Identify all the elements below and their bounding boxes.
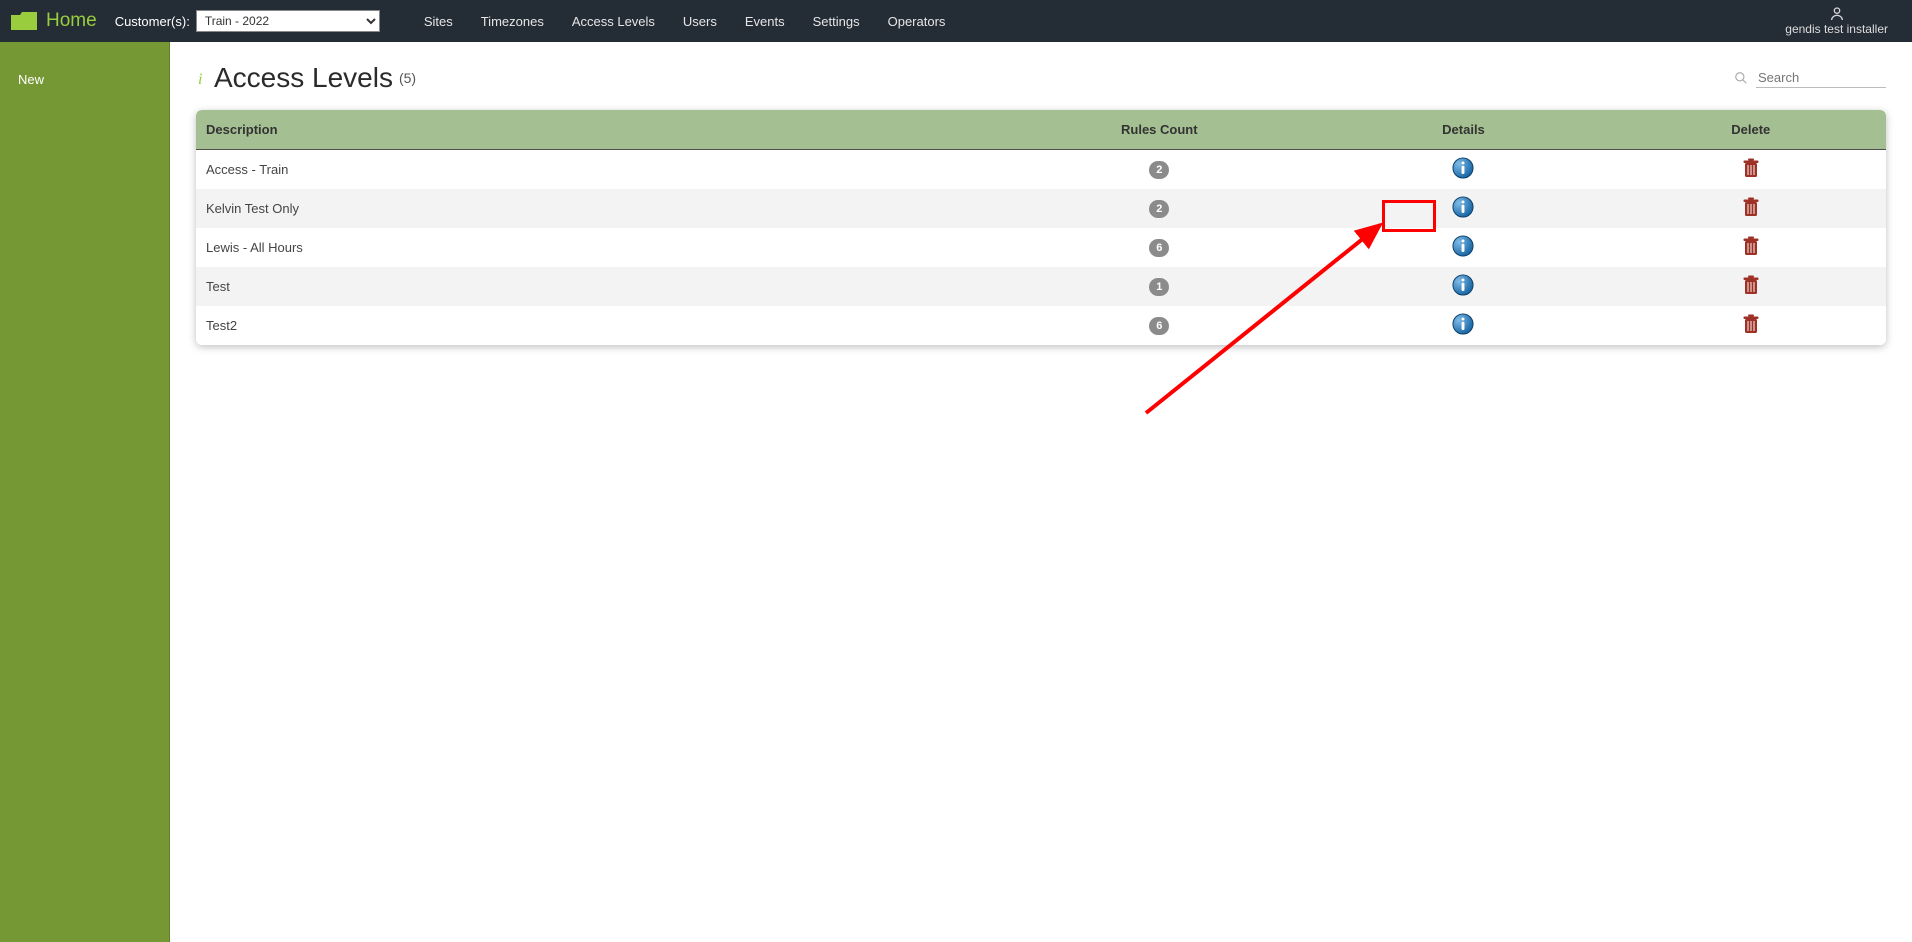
- page-title: Access Levels: [214, 62, 393, 94]
- details-button[interactable]: [1452, 313, 1474, 335]
- user-icon: [1829, 6, 1845, 22]
- cell-details: [1311, 150, 1615, 190]
- details-button[interactable]: [1452, 235, 1474, 257]
- rules-count-badge: 1: [1149, 278, 1169, 296]
- cell-description: Lewis - All Hours: [196, 228, 1007, 267]
- svg-text:i: i: [198, 71, 202, 87]
- col-details[interactable]: Details: [1311, 110, 1615, 150]
- table-row[interactable]: Access - Train 2: [196, 150, 1886, 190]
- delete-button[interactable]: [1742, 275, 1760, 295]
- col-rules-count[interactable]: Rules Count: [1007, 110, 1311, 150]
- cell-delete: [1616, 306, 1886, 345]
- nav-link-events[interactable]: Events: [731, 14, 799, 29]
- cell-details: [1311, 228, 1615, 267]
- delete-button[interactable]: [1742, 197, 1760, 217]
- sidebar-item-new[interactable]: New: [0, 64, 169, 95]
- delete-button[interactable]: [1742, 158, 1760, 178]
- cell-rules-count: 6: [1007, 228, 1311, 267]
- cell-delete: [1616, 267, 1886, 306]
- delete-button[interactable]: [1742, 314, 1760, 334]
- details-button[interactable]: [1452, 274, 1474, 296]
- cell-delete: [1616, 189, 1886, 228]
- page-info-icon[interactable]: i: [196, 69, 208, 87]
- cell-description: Test2: [196, 306, 1007, 345]
- top-navbar: Home Customer(s): Train - 2022 Sites Tim…: [0, 0, 1912, 42]
- home-link[interactable]: Home: [10, 10, 97, 32]
- user-name: gendis test installer: [1785, 22, 1888, 36]
- rules-count-badge: 2: [1149, 161, 1169, 179]
- nav-link-access-levels[interactable]: Access Levels: [558, 14, 669, 29]
- customer-select[interactable]: Train - 2022: [196, 10, 380, 32]
- sidebar: New: [0, 42, 170, 942]
- nav-links: Sites Timezones Access Levels Users Even…: [410, 14, 960, 29]
- rules-count-badge: 2: [1149, 200, 1169, 218]
- details-button[interactable]: [1452, 157, 1474, 179]
- nav-link-timezones[interactable]: Timezones: [467, 14, 558, 29]
- page-count: (5): [399, 70, 416, 86]
- nav-link-settings[interactable]: Settings: [799, 14, 874, 29]
- user-menu[interactable]: gendis test installer: [1785, 6, 1902, 36]
- cell-details: [1311, 306, 1615, 345]
- table-row[interactable]: Test2 6: [196, 306, 1886, 345]
- cell-rules-count: 6: [1007, 306, 1311, 345]
- home-label: Home: [46, 10, 97, 32]
- search-input[interactable]: [1756, 68, 1886, 88]
- access-levels-table: Description Rules Count Details Delete A…: [196, 110, 1886, 345]
- cell-details: [1311, 189, 1615, 228]
- cell-description: Kelvin Test Only: [196, 189, 1007, 228]
- cell-description: Access - Train: [196, 150, 1007, 190]
- cell-rules-count: 2: [1007, 189, 1311, 228]
- rules-count-badge: 6: [1149, 239, 1169, 257]
- delete-button[interactable]: [1742, 236, 1760, 256]
- rules-count-badge: 6: [1149, 317, 1169, 335]
- nav-link-operators[interactable]: Operators: [874, 14, 960, 29]
- details-button[interactable]: [1452, 196, 1474, 218]
- main-content: i Access Levels (5) Description Rules Co: [170, 42, 1912, 942]
- cell-rules-count: 1: [1007, 267, 1311, 306]
- cell-details: [1311, 267, 1615, 306]
- customers-label: Customer(s):: [115, 14, 190, 29]
- table-row[interactable]: Kelvin Test Only 2: [196, 189, 1886, 228]
- nav-link-sites[interactable]: Sites: [410, 14, 467, 29]
- cell-delete: [1616, 228, 1886, 267]
- col-delete[interactable]: Delete: [1616, 110, 1886, 150]
- col-description[interactable]: Description: [196, 110, 1007, 150]
- page-titlebar: i Access Levels (5): [196, 62, 1886, 94]
- folder-icon: [10, 11, 38, 31]
- customer-picker: Customer(s): Train - 2022: [115, 10, 380, 32]
- nav-link-users[interactable]: Users: [669, 14, 731, 29]
- cell-description: Test: [196, 267, 1007, 306]
- table-header-row: Description Rules Count Details Delete: [196, 110, 1886, 150]
- cell-delete: [1616, 150, 1886, 190]
- table-row[interactable]: Lewis - All Hours 6: [196, 228, 1886, 267]
- table-row[interactable]: Test 1: [196, 267, 1886, 306]
- cell-rules-count: 2: [1007, 150, 1311, 190]
- search-icon: [1734, 71, 1748, 85]
